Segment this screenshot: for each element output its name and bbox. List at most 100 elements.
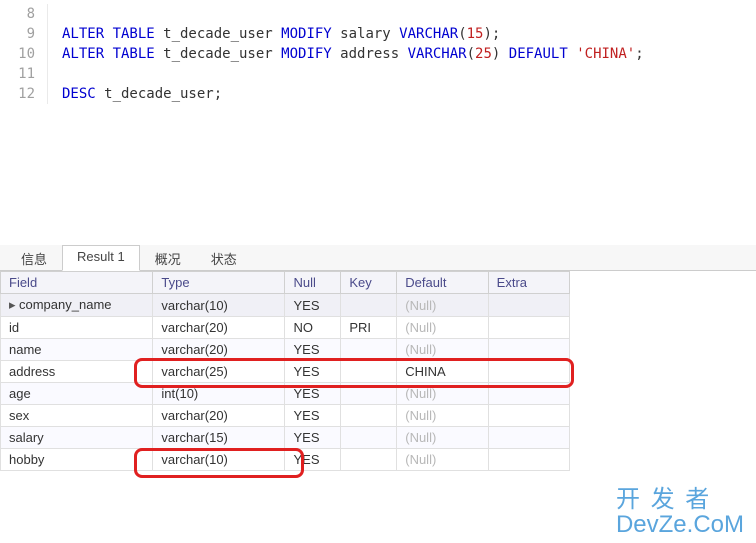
ident-token: address <box>332 46 408 62</box>
code-line[interactable]: 12DESC t_decade_user; <box>0 84 756 104</box>
cell-key[interactable] <box>341 405 397 427</box>
table-row[interactable]: sexvarchar(20) YES (Null) <box>1 405 570 427</box>
cell-null[interactable]: YES <box>285 405 341 427</box>
cell-type[interactable]: varchar(20) <box>153 405 285 427</box>
cell-value: YES <box>293 386 319 401</box>
cell-value: YES <box>293 298 319 313</box>
code-content[interactable]: ALTER TABLE t_decade_user MODIFY address… <box>48 44 644 64</box>
cell-null[interactable]: YES <box>285 427 341 449</box>
cell-field[interactable]: salary <box>1 427 153 449</box>
cell-extra[interactable] <box>488 361 569 383</box>
cell-extra[interactable] <box>488 317 569 339</box>
code-content[interactable] <box>48 4 62 24</box>
cell-field[interactable]: ▸company_name <box>1 294 153 317</box>
cell-type[interactable]: varchar(10) <box>153 449 285 471</box>
sql-editor[interactable]: 89ALTER TABLE t_decade_user MODIFY salar… <box>0 0 756 245</box>
cell-default[interactable]: (Null) <box>397 383 488 405</box>
tab-result-1[interactable]: Result 1 <box>62 245 140 271</box>
table-row[interactable]: hobbyvarchar(10) YES (Null) <box>1 449 570 471</box>
ident-token: ) <box>492 46 509 62</box>
cell-default[interactable]: (Null) <box>397 339 488 361</box>
cell-default[interactable]: CHINA <box>397 361 488 383</box>
cell-null[interactable]: YES <box>285 294 341 317</box>
tab-概况[interactable]: 概况 <box>140 245 196 271</box>
cell-value: (Null) <box>405 386 436 401</box>
cell-field[interactable]: name <box>1 339 153 361</box>
cell-value: varchar(10) <box>161 298 227 313</box>
cell-value: int(10) <box>161 386 198 401</box>
ident-token: ); <box>483 26 500 42</box>
cell-null[interactable]: NO <box>285 317 341 339</box>
watermark-line2: DevZe.CoM <box>616 512 744 537</box>
code-line[interactable]: 8 <box>0 4 756 24</box>
cell-value: salary <box>9 430 44 445</box>
line-number: 11 <box>0 64 48 84</box>
cell-extra[interactable] <box>488 449 569 471</box>
cell-null[interactable]: YES <box>285 361 341 383</box>
table-row[interactable]: ▸company_name varchar(10) YES (Null) <box>1 294 570 317</box>
code-content[interactable]: DESC t_decade_user; <box>48 84 222 104</box>
cell-extra[interactable] <box>488 339 569 361</box>
cell-key[interactable] <box>341 427 397 449</box>
col-header-field[interactable]: Field <box>1 272 153 294</box>
table-row[interactable]: name varchar(20) YES (Null) <box>1 339 570 361</box>
cell-extra[interactable] <box>488 427 569 449</box>
cell-default[interactable]: (Null) <box>397 405 488 427</box>
keyword-token: DEFAULT <box>509 46 568 62</box>
cell-field[interactable]: age <box>1 383 153 405</box>
code-content[interactable]: ALTER TABLE t_decade_user MODIFY salary … <box>48 24 500 44</box>
cell-key[interactable] <box>341 294 397 317</box>
cell-null[interactable]: YES <box>285 383 341 405</box>
cell-value: varchar(20) <box>161 320 227 335</box>
cell-type[interactable]: varchar(15) <box>153 427 285 449</box>
grid-header-row: FieldTypeNullKeyDefaultExtra <box>1 272 570 294</box>
line-number: 10 <box>0 44 48 64</box>
cell-key[interactable] <box>341 361 397 383</box>
cell-type[interactable]: varchar(20) <box>153 317 285 339</box>
cell-field[interactable]: id <box>1 317 153 339</box>
cell-value: varchar(20) <box>161 342 227 357</box>
cell-default[interactable]: (Null) <box>397 317 488 339</box>
cell-value: YES <box>293 452 319 467</box>
cell-extra[interactable] <box>488 405 569 427</box>
col-header-default[interactable]: Default <box>397 272 488 294</box>
cell-null[interactable]: YES <box>285 449 341 471</box>
table-row[interactable]: addressvarchar(25)YES CHINA <box>1 361 570 383</box>
table-row[interactable]: age int(10) YES (Null) <box>1 383 570 405</box>
table-row[interactable]: salary varchar(15) YES (Null) <box>1 427 570 449</box>
tab-信息[interactable]: 信息 <box>6 245 62 271</box>
cell-value: (Null) <box>405 320 436 335</box>
cell-key[interactable] <box>341 449 397 471</box>
cell-type[interactable]: varchar(10) <box>153 294 285 317</box>
cell-key[interactable] <box>341 339 397 361</box>
cell-field[interactable]: sex <box>1 405 153 427</box>
col-header-key[interactable]: Key <box>341 272 397 294</box>
line-number: 12 <box>0 84 48 104</box>
cell-default[interactable]: (Null) <box>397 427 488 449</box>
cell-extra[interactable] <box>488 294 569 317</box>
cell-key[interactable]: PRI <box>341 317 397 339</box>
tab-状态[interactable]: 状态 <box>196 245 252 271</box>
cell-default[interactable]: (Null) <box>397 294 488 317</box>
cell-key[interactable] <box>341 383 397 405</box>
cell-null[interactable]: YES <box>285 339 341 361</box>
cell-value: company_name <box>19 297 112 312</box>
code-line[interactable]: 9ALTER TABLE t_decade_user MODIFY salary… <box>0 24 756 44</box>
cell-type[interactable]: varchar(25) <box>153 361 285 383</box>
table-row[interactable]: id varchar(20) NOPRI (Null) <box>1 317 570 339</box>
code-content[interactable] <box>48 64 62 84</box>
code-line[interactable]: 11 <box>0 64 756 84</box>
cell-value: YES <box>293 408 319 423</box>
code-line[interactable]: 10ALTER TABLE t_decade_user MODIFY addre… <box>0 44 756 64</box>
cell-type[interactable]: varchar(20) <box>153 339 285 361</box>
col-header-type[interactable]: Type <box>153 272 285 294</box>
cell-field[interactable]: hobby <box>1 449 153 471</box>
cell-field[interactable]: address <box>1 361 153 383</box>
keyword-token: ALTER TABLE <box>62 26 155 42</box>
col-header-extra[interactable]: Extra <box>488 272 569 294</box>
cell-extra[interactable] <box>488 383 569 405</box>
col-header-null[interactable]: Null <box>285 272 341 294</box>
cell-type[interactable]: int(10) <box>153 383 285 405</box>
cell-value: varchar(15) <box>161 430 227 445</box>
cell-default[interactable]: (Null) <box>397 449 488 471</box>
